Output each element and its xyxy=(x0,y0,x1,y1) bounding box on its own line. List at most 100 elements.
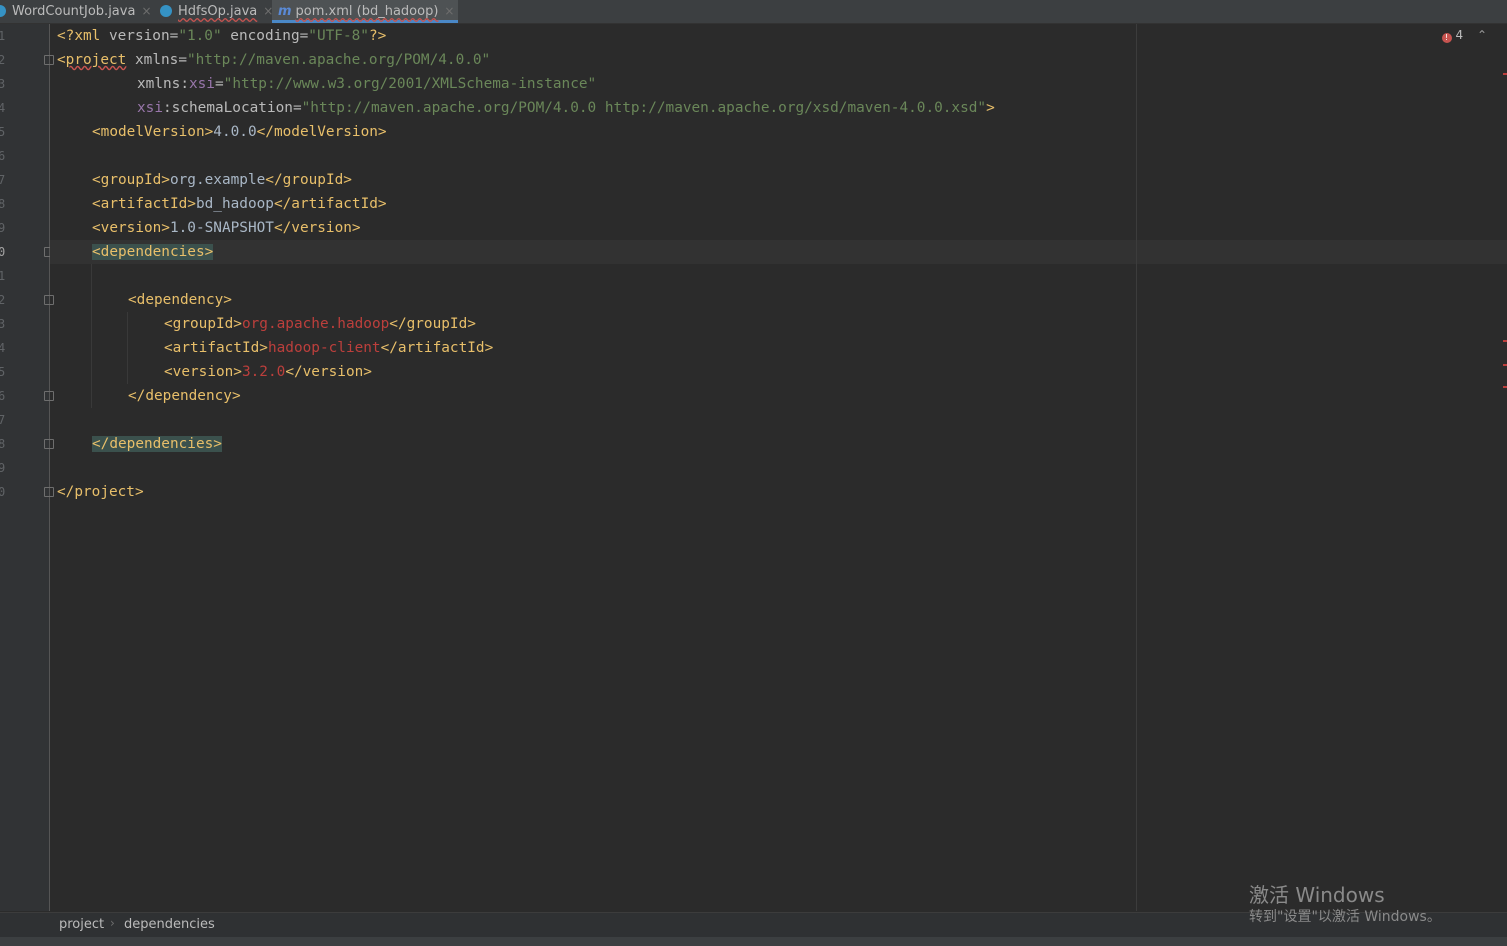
attr-name: version xyxy=(108,28,170,44)
tag-open: <artifactId> xyxy=(164,340,268,356)
code-editor[interactable] xyxy=(50,24,1136,911)
tab-label: HdfsOp.java xyxy=(178,4,258,19)
tag-close: > xyxy=(986,100,995,116)
code-line-12: <dependency> xyxy=(128,288,232,312)
line-number: 8 xyxy=(0,437,6,451)
equals: = xyxy=(169,28,179,44)
line-number: 5 xyxy=(0,365,6,379)
tag-open: <modelVersion> xyxy=(92,124,214,140)
tag-open: <groupId> xyxy=(92,172,170,188)
line-number: 2 xyxy=(0,53,6,67)
tag-close: </groupId> xyxy=(265,172,352,188)
error-stripe-marker[interactable] xyxy=(1503,73,1507,75)
line-number: 4 xyxy=(0,341,6,355)
tab-pom-xml[interactable]: m pom.xml (bd_hadoop) × xyxy=(272,0,458,23)
code-line-15: <version>3.2.0</version> xyxy=(164,360,372,384)
tag-text: org.example xyxy=(169,172,266,188)
attr-value: "UTF-8" xyxy=(308,28,369,44)
editor-tab-bar: WordCountJob.java × HdfsOp.java × m pom.xml… xyxy=(0,0,1507,24)
tag-name: project xyxy=(74,484,135,500)
tag-open: <dependency> xyxy=(128,292,232,308)
xml-declaration-end: ?> xyxy=(368,28,387,44)
code-line-10: <dependencies> xyxy=(92,240,214,264)
tab-label: pom.xml (bd_hadoop) xyxy=(295,4,439,19)
error-stripe-marker[interactable] xyxy=(1503,364,1507,366)
inspection-widget[interactable]: ! 4 ⌃ xyxy=(1441,28,1487,43)
attr-name: xmlns: xyxy=(137,76,189,92)
watermark-title: 激活 Windows xyxy=(1249,883,1385,907)
line-number: 5 xyxy=(0,125,6,139)
unresolved-value: org.apache.hadoop xyxy=(241,316,390,332)
line-number: 6 xyxy=(0,389,6,403)
tag-close: > xyxy=(134,484,144,500)
tag-close: </artifactId> xyxy=(273,196,387,212)
error-icon: ! xyxy=(1441,33,1452,43)
tag-name: project xyxy=(65,52,127,68)
line-number: 7 xyxy=(0,413,6,427)
tab-hdfsop[interactable]: HdfsOp.java × xyxy=(160,0,273,23)
unresolved-value: 3.2.0 xyxy=(241,364,286,380)
breadcrumb-project[interactable]: project xyxy=(59,917,104,932)
tab-label: WordCountJob.java xyxy=(12,4,136,19)
error-count: 4 xyxy=(1455,28,1464,42)
line-number: 6 xyxy=(0,149,6,163)
code-line-20: </project> xyxy=(57,480,144,504)
attr-value: "1.0" xyxy=(178,28,222,44)
breadcrumb-dependencies[interactable]: dependencies xyxy=(124,917,215,932)
code-line-5: <modelVersion>4.0.0</modelVersion> xyxy=(92,120,387,144)
tag-text: 4.0.0 xyxy=(213,124,257,140)
line-number: 1 xyxy=(0,29,6,43)
java-class-icon xyxy=(0,5,6,17)
line-number: 4 xyxy=(0,101,6,115)
tag-close: </version> xyxy=(273,220,361,236)
tag-close: </groupId> xyxy=(389,316,476,332)
namespace: xsi xyxy=(137,100,163,116)
equals: = xyxy=(214,76,224,92)
line-number: 9 xyxy=(0,221,6,235)
error-stripe-marker[interactable] xyxy=(1503,386,1507,388)
code-line-14: <artifactId>hadoop-client</artifactId> xyxy=(164,336,493,360)
tag-open: <artifactId> xyxy=(92,196,196,212)
maven-icon: m xyxy=(278,4,292,19)
tab-wordcountjob[interactable]: WordCountJob.java × xyxy=(0,0,152,23)
code-line-1: <?xml version="1.0" encoding="UTF-8"?> xyxy=(57,24,386,48)
code-line-16: </dependency> xyxy=(128,384,241,408)
xml-declaration: <?xml xyxy=(57,28,109,44)
tag-open: <groupId> xyxy=(164,316,242,332)
code-line-4: xsi:schemaLocation="http://maven.apache.… xyxy=(137,96,995,120)
tag-open: <version> xyxy=(164,364,242,380)
line-number: 2 xyxy=(0,293,6,307)
line-number-current: 0 xyxy=(0,245,6,259)
chevron-up-icon[interactable]: ⌃ xyxy=(1477,28,1487,42)
code-line-7: <groupId>org.example</groupId> xyxy=(92,168,352,192)
chevron-right-icon: › xyxy=(110,916,115,930)
line-number-gutter[interactable]: 1 2 3 4 5 6 7 8 9 0 1 2 3 4 5 6 7 8 9 0 xyxy=(0,24,50,911)
right-margin-guide xyxy=(1136,24,1137,911)
line-number: 3 xyxy=(0,317,6,331)
tag-close: </version> xyxy=(285,364,372,380)
tag-close-highlighted: </dependencies> xyxy=(92,436,222,452)
watermark-subtitle: 转到"设置"以激活 Windows。 xyxy=(1249,909,1441,925)
tag-close: </artifactId> xyxy=(380,340,494,356)
equals: = xyxy=(299,28,309,44)
line-number: 3 xyxy=(0,77,6,91)
tag-close: </ xyxy=(57,484,75,500)
equals: = xyxy=(292,100,302,116)
line-number: 9 xyxy=(0,461,6,475)
code-line-13: <groupId>org.apache.hadoop</groupId> xyxy=(164,312,476,336)
code-line-8: <artifactId>bd_hadoop</artifactId> xyxy=(92,192,387,216)
unresolved-value: hadoop-client xyxy=(267,340,381,356)
code-line-2: <project xmlns="http://maven.apache.org/… xyxy=(57,48,490,72)
attr-value: "http://maven.apache.org/POM/4.0.0 http:… xyxy=(301,100,987,116)
status-bar xyxy=(0,937,1507,946)
line-number: 7 xyxy=(0,173,6,187)
close-icon[interactable]: × xyxy=(141,4,151,18)
attr-name: xmlns xyxy=(126,52,179,68)
windows-activation-watermark: 激活 Windows 转到"设置"以激活 Windows。 xyxy=(1249,883,1441,927)
error-stripe-marker[interactable] xyxy=(1503,340,1507,342)
line-number: 0 xyxy=(0,485,6,499)
tag-text: bd_hadoop xyxy=(195,196,274,212)
tag-open-highlighted: <dependencies> xyxy=(92,244,214,260)
close-icon[interactable]: × xyxy=(444,4,454,18)
attr-value: "http://maven.apache.org/POM/4.0.0" xyxy=(186,52,491,68)
